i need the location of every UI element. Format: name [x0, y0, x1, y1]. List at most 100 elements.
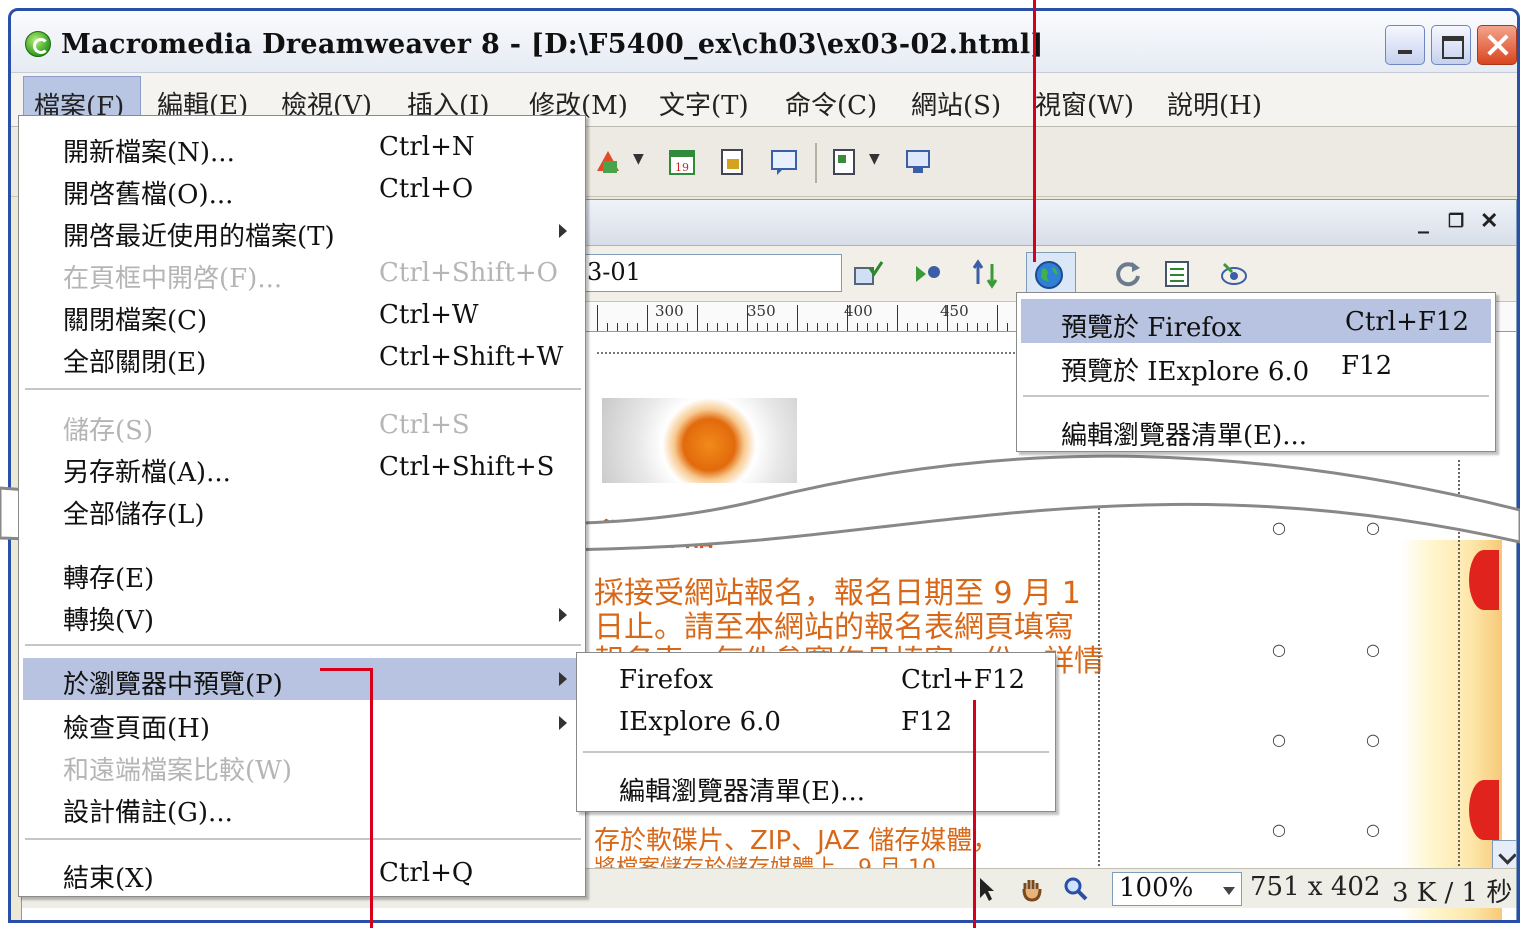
submenu-item-iexplore[interactable]: IExplore 6.0 F12 — [577, 701, 1055, 743]
template-icon[interactable] — [593, 147, 623, 177]
close-button[interactable] — [1477, 25, 1517, 65]
menu-item-label: 結束(X) — [63, 864, 154, 894]
menu-item-design-notes[interactable]: 設計備註(G)... — [19, 786, 585, 828]
menu-item-save-as[interactable]: 另存新檔(A)... Ctrl+Shift+S — [19, 446, 585, 488]
menu-item-shortcut: Ctrl+F12 — [901, 665, 1025, 695]
menu-item-label: 檢查頁面(H) — [63, 714, 210, 744]
layout-marker: ○ — [1272, 640, 1286, 659]
menu-separator — [25, 388, 581, 390]
menu-item-shortcut: Ctrl+S — [379, 410, 470, 440]
menu-item-open-recent[interactable]: 開啓最近使用的檔案(T) — [19, 210, 585, 252]
ruler-tick — [857, 323, 858, 331]
menu-item-save-all[interactable]: 全部儲存(L) — [19, 488, 585, 530]
preview-item-edit-browser-list[interactable]: 編輯瀏覽器清單(E)... — [1017, 407, 1495, 451]
comment-icon[interactable] — [769, 147, 799, 177]
layout-marker: ○ — [1366, 640, 1380, 659]
ruler-tick — [707, 323, 708, 331]
calendar-icon[interactable]: 19 — [667, 147, 697, 177]
hand-tool-icon[interactable] — [1018, 875, 1046, 903]
table-border — [597, 352, 1027, 354]
window-size[interactable]: 751 x 402 — [1250, 872, 1380, 902]
menu-item-new[interactable]: 開新檔案(N)... Ctrl+N — [19, 126, 585, 168]
maximize-button[interactable] — [1431, 25, 1471, 65]
menu-item-shortcut: F12 — [1341, 351, 1393, 381]
ruler-label: 450 — [940, 302, 969, 320]
ruler-tick — [797, 305, 798, 331]
submenu-item-firefox[interactable]: Firefox Ctrl+F12 — [577, 659, 1055, 701]
file-management-icon[interactable] — [912, 258, 944, 290]
chevron-down-icon — [1223, 887, 1235, 895]
doc-restore-button[interactable]: ❐ — [1448, 211, 1464, 232]
preview-item-iexplore[interactable]: 預覽於 IExplore 6.0 F12 — [1017, 343, 1495, 387]
menu-commands[interactable]: 命令(C) — [785, 85, 877, 122]
zoom-tool-icon[interactable] — [1062, 875, 1090, 903]
pointer-tool-icon[interactable] — [972, 875, 1000, 903]
minimize-button[interactable] — [1385, 25, 1425, 65]
ruler-tick — [997, 305, 998, 331]
ruler-tick — [787, 323, 788, 331]
view-options-icon[interactable] — [1162, 258, 1194, 290]
menu-item-label: 關閉檔案(C) — [63, 306, 208, 336]
menu-item-preview-in-browser[interactable]: 於瀏覽器中預覽(P) — [23, 658, 581, 700]
menu-item-export[interactable]: 轉存(E) — [19, 552, 585, 594]
menu-text[interactable]: 文字(T) — [659, 85, 749, 122]
zoom-value: 100% — [1119, 873, 1194, 903]
visual-aids-icon[interactable] — [1218, 258, 1250, 290]
menu-item-convert[interactable]: 轉換(V) — [19, 594, 585, 636]
server-include-icon[interactable] — [717, 147, 747, 177]
menu-separator — [583, 751, 1049, 753]
submenu-item-edit-browser-list[interactable]: 編輯瀏覽器清單(E)... — [577, 765, 1055, 807]
menu-item-label: 編輯瀏覽器清單(E)... — [1061, 421, 1308, 451]
menu-site[interactable]: 網站(S) — [911, 85, 1001, 122]
menu-item-label: 設計備註(G)... — [63, 798, 233, 828]
callout-line — [973, 700, 976, 928]
layout-marker: ○ — [1366, 730, 1380, 749]
submenu-arrow-icon — [559, 716, 567, 730]
menu-item-shortcut: F12 — [901, 707, 953, 737]
callout-line — [320, 668, 372, 671]
ruler-tick — [977, 323, 978, 331]
ruler-tick — [957, 323, 958, 331]
menu-item-label: 開新檔案(N)... — [63, 138, 235, 168]
ruler-tick — [767, 323, 768, 331]
ruler-tick — [877, 323, 878, 331]
menu-item-close-all[interactable]: 全部關閉(E) Ctrl+Shift+W — [19, 336, 585, 378]
menu-help[interactable]: 說明(H) — [1167, 85, 1262, 122]
menu-item-open[interactable]: 開啓舊檔(O)... Ctrl+O — [19, 168, 585, 210]
tag-chooser-icon[interactable] — [903, 147, 933, 177]
ruler-tick — [837, 323, 838, 331]
ruler-tick — [697, 305, 698, 331]
ruler-tick — [637, 323, 638, 331]
preview-item-firefox[interactable]: 預覽於 Firefox Ctrl+F12 — [1021, 299, 1491, 343]
page-title-input[interactable]: 3-01 — [582, 254, 842, 292]
dreamweaver-logo-icon — [25, 31, 51, 57]
menu-item-exit[interactable]: 結束(X) Ctrl+Q — [19, 852, 585, 894]
layout-marker: ○ — [1272, 518, 1286, 537]
ruler-label: 300 — [655, 302, 684, 320]
ruler-tick — [927, 323, 928, 331]
doc-minimize-button[interactable]: _ — [1418, 208, 1429, 234]
menu-item-label: 開啓舊檔(O)... — [63, 180, 234, 210]
table-cell-border — [1098, 500, 1100, 870]
menu-window[interactable]: 視窗(W) — [1035, 85, 1134, 122]
doc-close-button[interactable]: ✕ — [1480, 208, 1498, 234]
head-tags-icon[interactable] — [829, 147, 859, 177]
dropdown-arrow-icon[interactable]: ▼ — [869, 151, 880, 167]
dropdown-arrow-icon[interactable]: ▼ — [633, 151, 644, 167]
ruler-tick — [737, 323, 738, 331]
menu-item-check-page[interactable]: 檢查頁面(H) — [19, 702, 585, 744]
zoom-select[interactable]: 100% — [1112, 872, 1242, 906]
validate-icon[interactable] — [852, 258, 884, 290]
refresh-transfer-icon[interactable] — [970, 258, 1002, 290]
ruler-tick — [967, 323, 968, 331]
menu-item-label: 開啓最近使用的檔案(T) — [63, 222, 335, 252]
ruler-tick — [747, 305, 748, 331]
menu-item-close[interactable]: 關閉檔案(C) Ctrl+W — [19, 294, 585, 336]
globe-preview-menu: 預覽於 Firefox Ctrl+F12 預覽於 IExplore 6.0 F12 … — [1016, 292, 1496, 452]
refresh-icon[interactable] — [1112, 258, 1144, 290]
layout-marker: ○ — [1272, 820, 1286, 839]
menu-item-shortcut: Ctrl+Shift+S — [379, 452, 555, 482]
ruler-tick — [907, 323, 908, 331]
ruler-label: 350 — [747, 302, 776, 320]
title-bar: Macromedia Dreamweaver 8 - [D:\F5400_ex\… — [11, 11, 1517, 73]
